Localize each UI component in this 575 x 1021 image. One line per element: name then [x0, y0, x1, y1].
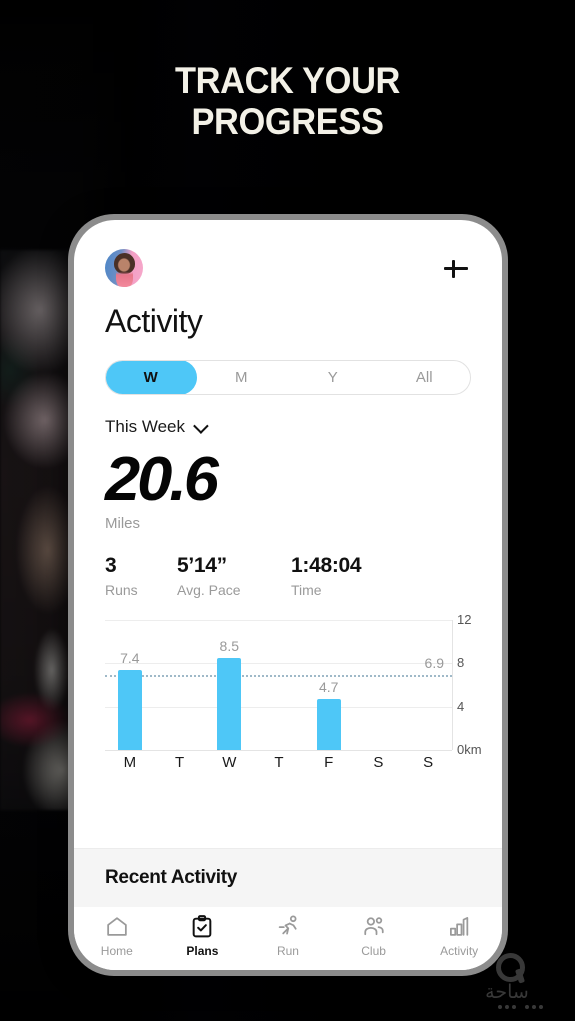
phone-mockup: Activity W M Y All This Week 20.6 Miles … — [68, 214, 508, 976]
chart-plot-area: 6.9 7.4 8.5 4.7 — [105, 620, 453, 751]
running-person-icon — [278, 915, 297, 935]
watermark-text: ساحة — [485, 981, 529, 1003]
recent-activity-title: Recent Activity — [105, 867, 238, 888]
watermark-ring-icon — [496, 953, 525, 982]
stat-runs: 3 Runs — [105, 554, 177, 598]
app-topbar — [105, 220, 471, 287]
tab-activity[interactable]: Activity — [416, 914, 502, 958]
tab-plans[interactable]: Plans — [160, 914, 246, 958]
watermark-dots — [498, 1005, 543, 1009]
stat-time-value: 1:48:04 — [291, 554, 362, 577]
headline-line-2: PROGRESS — [191, 101, 384, 142]
chart-gridline — [105, 750, 452, 751]
chart-average-line — [105, 675, 452, 678]
chart-average-label: 6.9 — [424, 655, 444, 672]
recent-activity-section[interactable]: Recent Activity — [74, 848, 502, 907]
watermark: ساحة — [455, 953, 563, 1015]
headline-line-1: TRACK YOUR — [174, 60, 401, 101]
segment-m[interactable]: M — [196, 361, 288, 394]
bottom-tab-bar: Home Plans Run Club Activity — [74, 907, 502, 970]
period-dropdown-label: This Week — [105, 417, 185, 436]
stat-avg-pace-label: Avg. Pace — [177, 582, 241, 598]
bar-chart-icon — [450, 917, 469, 936]
phone-screen: Activity W M Y All This Week 20.6 Miles … — [74, 220, 502, 970]
tab-run-label: Run — [276, 944, 299, 958]
stat-avg-pace: 5’14” Avg. Pace — [177, 554, 291, 598]
tab-plans-label: Plans — [186, 944, 219, 958]
period-segmented-control[interactable]: W M Y All — [105, 360, 471, 395]
page-title: Activity — [105, 303, 203, 339]
tab-home-label: Home — [100, 944, 133, 958]
chart-bar-value-label: 4.7 — [318, 679, 339, 696]
chart-x-axis: MTWTFSS — [105, 754, 453, 776]
weekly-distance-chart: 6.9 7.4 8.5 4.7 M T W T F S S 0km 4 8 12 — [105, 612, 482, 771]
tab-home[interactable]: Home — [74, 914, 160, 958]
chart-y-tick-label: 12 — [457, 612, 472, 627]
add-icon[interactable] — [441, 253, 471, 283]
chart-x-tick-label: S — [423, 754, 434, 771]
chart-y-tick-label: 0km — [457, 742, 482, 757]
chart-x-tick-label: S — [373, 754, 384, 771]
tab-club[interactable]: Club — [331, 914, 417, 958]
tab-run[interactable]: Run — [245, 914, 331, 958]
chart-y-tick-label: 8 — [457, 655, 465, 671]
stat-runs-value: 3 — [105, 554, 117, 577]
secondary-stats: 3 Runs 5’14” Avg. Pace 1:48:04 Time — [105, 554, 471, 598]
chart-gridline — [105, 663, 452, 665]
segment-y[interactable]: Y — [287, 361, 379, 394]
chart-x-tick-label: T — [174, 754, 185, 771]
chart-bar-value-label: 8.5 — [219, 637, 240, 654]
chart-x-tick-label: F — [324, 754, 334, 771]
chart-bar[interactable] — [217, 657, 242, 750]
period-dropdown[interactable]: This Week — [105, 417, 471, 437]
chart-x-tick-label: T — [274, 754, 284, 771]
total-distance-unit: Miles — [105, 515, 141, 532]
people-icon — [363, 917, 384, 936]
app-content: Activity W M Y All This Week 20.6 Miles … — [74, 220, 502, 771]
chart-x-tick-label: M — [123, 754, 137, 771]
segment-all[interactable]: All — [379, 361, 471, 394]
chart-gridline — [105, 620, 452, 621]
chart-bar[interactable] — [316, 699, 341, 750]
stat-runs-label: Runs — [105, 582, 138, 598]
tab-club-label: Club — [361, 944, 386, 958]
stat-avg-pace-value: 5’14” — [177, 554, 227, 577]
home-icon — [107, 917, 127, 936]
stat-time-label: Time — [291, 582, 322, 598]
chart-x-tick-label: W — [222, 754, 237, 771]
chart-y-tick-label: 4 — [457, 698, 465, 714]
clipboard-check-icon — [193, 915, 212, 938]
segment-w[interactable]: W — [106, 361, 197, 394]
promo-headline: TRACK YOUR PROGRESS — [20, 60, 555, 142]
chart-gridline — [105, 706, 452, 708]
chevron-down-icon — [193, 417, 209, 434]
stat-time: 1:48:04 Time — [291, 554, 362, 598]
chart-bar[interactable] — [117, 669, 142, 750]
total-distance-value: 20.6 — [105, 445, 219, 514]
avatar[interactable] — [105, 249, 143, 287]
chart-bar-value-label: 7.4 — [120, 649, 140, 666]
